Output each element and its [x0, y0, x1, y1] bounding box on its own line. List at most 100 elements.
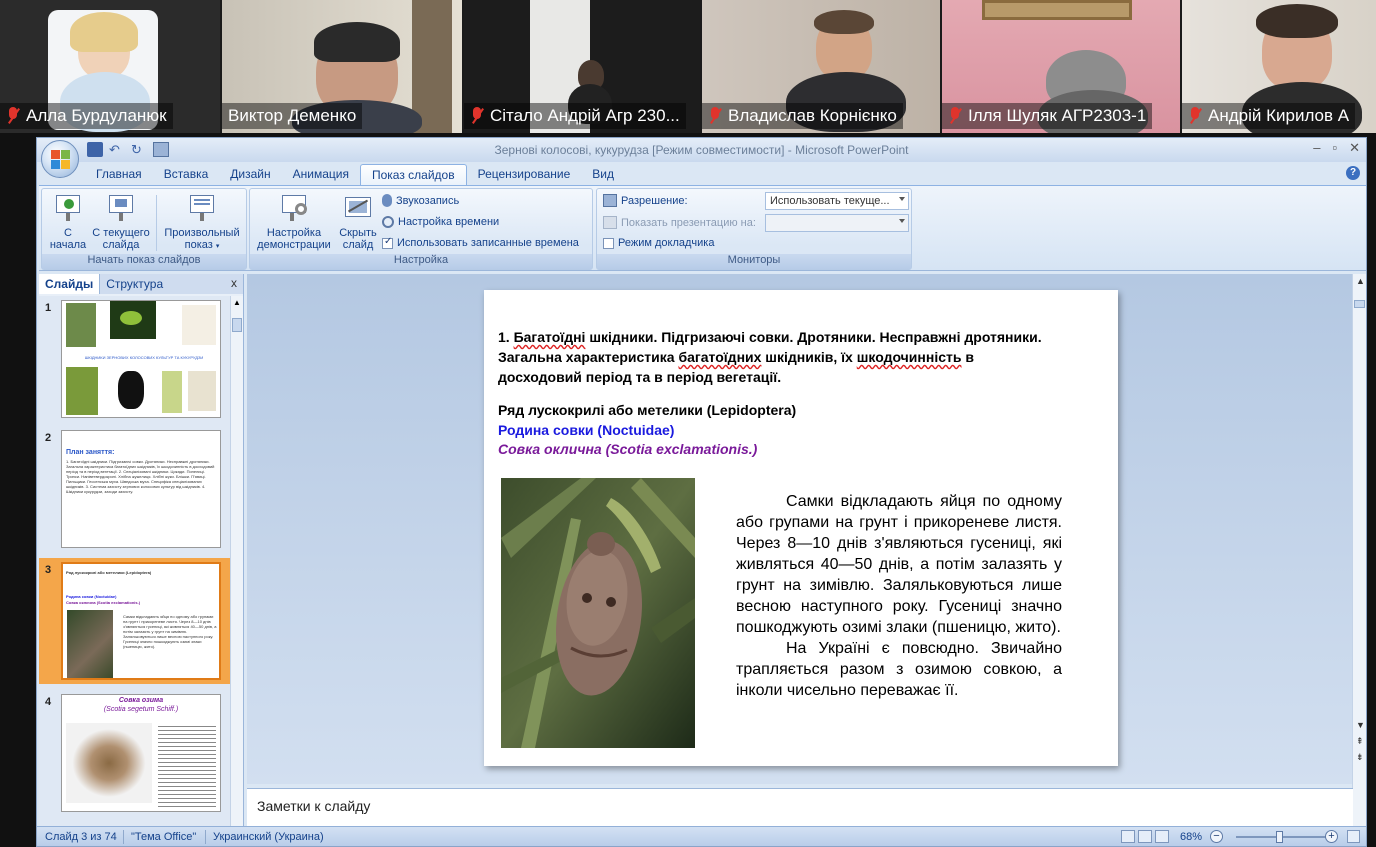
tab-view[interactable]: Вид — [581, 164, 625, 185]
theme-name[interactable]: "Тема Office" — [131, 831, 196, 843]
window-title: Зернові колосові, кукурудза [Режим совме… — [494, 143, 909, 157]
ribbon: С начала С текущего слайда Произвольный … — [39, 185, 1366, 271]
zoom-level[interactable]: 68% — [1180, 831, 1202, 843]
hide-slide-button[interactable]: Скрыть слайд — [336, 193, 380, 251]
next-slide-icon[interactable]: ⇟ — [1356, 752, 1364, 763]
from-current-slide-button[interactable]: С текущего слайда — [92, 193, 150, 251]
participant-name-bar: Владислав Корнієнко — [702, 103, 903, 129]
show-on-select[interactable] — [765, 214, 909, 232]
normal-view-icon[interactable] — [1121, 830, 1135, 843]
checkbox-unchecked[interactable] — [603, 237, 614, 249]
maximize-icon[interactable]: ▫ — [1332, 140, 1337, 156]
from-beginning-button[interactable]: С начала — [46, 193, 90, 251]
order-line: Ряд лускокрилі або метелики (Lepidoptera… — [498, 402, 797, 418]
participant-name-bar: Алла Бурдуланюк — [0, 103, 173, 129]
checkbox-checked[interactable] — [382, 236, 393, 249]
slide-heading: 1. Багатоїдні шкідники. Підгризаючі совк… — [498, 329, 1042, 385]
slide-preview: Ряд лускокрилі або метелики (Lepidoptera… — [61, 562, 221, 680]
editor-scrollbar[interactable]: ▲ ▼ ⇞ ⇟ — [1352, 274, 1366, 826]
scroll-thumb[interactable] — [1354, 300, 1365, 308]
participant-tile[interactable]: Андрій Кирилов А — [1182, 0, 1376, 133]
zoom-in-icon[interactable]: + — [1325, 830, 1338, 843]
group-label: Мониторы — [597, 254, 911, 269]
clock-icon — [382, 216, 394, 228]
zoom-slider-knob[interactable] — [1276, 831, 1283, 843]
participant-name-bar: Ілля Шуляк АГР2303-1 — [942, 103, 1153, 129]
status-bar: Слайд 3 из 74 "Тема Office" Украинский (… — [37, 826, 1366, 846]
slide-editor: 1. Багатоїдні шкідники. Підгризаючі совк… — [247, 274, 1353, 784]
resolution-select[interactable]: Использовать текуще... — [765, 192, 909, 210]
participant-tile[interactable]: Сітало Андрій Агр 230... — [464, 0, 700, 133]
help-icon[interactable]: ? — [1346, 166, 1360, 180]
participant-name-bar: Виктор Деменко — [222, 103, 363, 129]
custom-show-button[interactable]: Произвольный показ ▾ — [160, 193, 244, 253]
setup-show-icon — [279, 193, 309, 223]
show-on-label: Показать презентацию на: — [603, 216, 756, 229]
hide-slide-icon — [343, 193, 373, 223]
slide-preview: Совка озима (Scotia segetum Schiff.) — [61, 694, 221, 812]
group-label: Начать показ слайдов — [42, 254, 246, 269]
language[interactable]: Украинский (Украина) — [213, 831, 324, 843]
scroll-up-icon[interactable]: ▲ — [1356, 276, 1365, 286]
tab-outline[interactable]: Структура — [100, 274, 169, 294]
slide-preview: План заняття: 1. Багатоїдні шкідники. Пі… — [61, 430, 221, 548]
tab-insert[interactable]: Вставка — [153, 164, 220, 185]
slide-sorter-icon[interactable] — [1138, 830, 1152, 843]
slides-pane: Слайды Структура x 1 ШКІДНИКИ ЗЕРНОВИХ К… — [39, 274, 244, 826]
dropdown-arrow-icon: ▾ — [215, 243, 220, 250]
current-slide[interactable]: 1. Багатоїдні шкідники. Підгризаючі совк… — [484, 290, 1118, 766]
slide-thumbnail-selected[interactable]: 3 Ряд лускокрилі або метелики (Lepidopte… — [39, 558, 231, 684]
close-icon[interactable]: ✕ — [1349, 140, 1360, 156]
tab-animation[interactable]: Анимация — [282, 164, 360, 185]
slide-preview: ШКІДНИКИ ЗЕРНОВИХ КОЛОСОВИХ КУЛЬТУР ТА К… — [61, 300, 221, 418]
ribbon-tabs: Главная Вставка Дизайн Анимация Показ сл… — [85, 164, 625, 185]
notes-placeholder: Заметки к слайду — [257, 798, 371, 814]
previous-slide-icon[interactable]: ⇞ — [1356, 736, 1364, 747]
pane-tabs: Слайды Структура x — [39, 274, 243, 294]
slide-thumbnail[interactable]: 4 Совка озима (Scotia segetum Schiff.) — [39, 690, 231, 816]
scroll-up-icon[interactable]: ▲ — [233, 298, 241, 307]
scroll-thumb[interactable] — [232, 318, 242, 332]
presenter-view-checkbox[interactable]: Режим докладчика — [603, 237, 714, 249]
species-line: Совка оклична (Scotia exclamationis.) — [498, 441, 758, 457]
tab-slideshow[interactable]: Показ слайдов — [359, 164, 467, 185]
tab-home[interactable]: Главная — [85, 164, 153, 185]
muted-mic-icon — [1188, 107, 1202, 125]
tab-slides[interactable]: Слайды — [39, 274, 101, 294]
fit-to-window-icon[interactable] — [1347, 830, 1360, 843]
thumbnail-scrollbar[interactable]: ▲ — [230, 296, 243, 826]
muted-mic-icon — [948, 107, 962, 125]
participant-name-bar: Сітало Андрій Агр 230... — [464, 103, 686, 129]
use-timings-checkbox[interactable]: Использовать записанные времена — [382, 236, 579, 249]
group-start-slideshow: С начала С текущего слайда Произвольный … — [41, 188, 247, 270]
participant-tile[interactable]: Алла Бурдуланюк — [0, 0, 220, 133]
tab-review[interactable]: Рецензирование — [467, 164, 582, 185]
play-current-icon — [106, 193, 136, 223]
muted-mic-icon — [470, 107, 484, 125]
close-pane-icon[interactable]: x — [231, 276, 237, 290]
zoom-slider[interactable] — [1236, 831, 1334, 843]
record-narration-button[interactable]: Звукозапись — [382, 194, 459, 207]
slideshow-view-icon[interactable] — [1155, 830, 1169, 843]
custom-show-icon — [187, 193, 217, 223]
video-strip: Алла Бурдуланюк Виктор Деменко Сітало Ан… — [0, 0, 1376, 133]
muted-mic-icon — [6, 107, 20, 125]
monitor-icon — [603, 194, 617, 207]
slide-1-caption: ШКІДНИКИ ЗЕРНОВИХ КОЛОСОВИХ КУЛЬТУР ТА К… — [84, 355, 204, 360]
setup-show-button[interactable]: Настройка демонстрации — [254, 193, 334, 251]
slide-thumbnail[interactable]: 1 ШКІДНИКИ ЗЕРНОВИХ КОЛОСОВИХ КУЛЬТУР ТА… — [39, 296, 231, 422]
participant-tile[interactable]: Владислав Корнієнко — [702, 0, 940, 133]
rehearse-timings-button[interactable]: Настройка времени — [382, 216, 499, 228]
scroll-down-icon[interactable]: ▼ — [1356, 720, 1365, 730]
title-bar: ↶ ↻ Зернові колосові, кукурудза [Режим с… — [37, 138, 1366, 162]
family-line: Родина совки (Noctuidae) — [498, 422, 675, 438]
slide-thumbnail[interactable]: 2 План заняття: 1. Багатоїдні шкідники. … — [39, 426, 231, 552]
participant-tile-active[interactable]: Виктор Деменко — [222, 0, 462, 133]
slide-body-text: Самки відкладають яйця по одному або гру… — [736, 493, 1062, 699]
office-button[interactable] — [41, 140, 79, 178]
tab-design[interactable]: Дизайн — [219, 164, 281, 185]
zoom-out-icon[interactable]: − — [1210, 830, 1223, 843]
participant-tile[interactable]: Ілля Шуляк АГР2303-1 — [942, 0, 1180, 133]
notes-pane[interactable]: Заметки к слайду — [247, 788, 1353, 826]
minimize-icon[interactable]: – — [1313, 140, 1320, 156]
